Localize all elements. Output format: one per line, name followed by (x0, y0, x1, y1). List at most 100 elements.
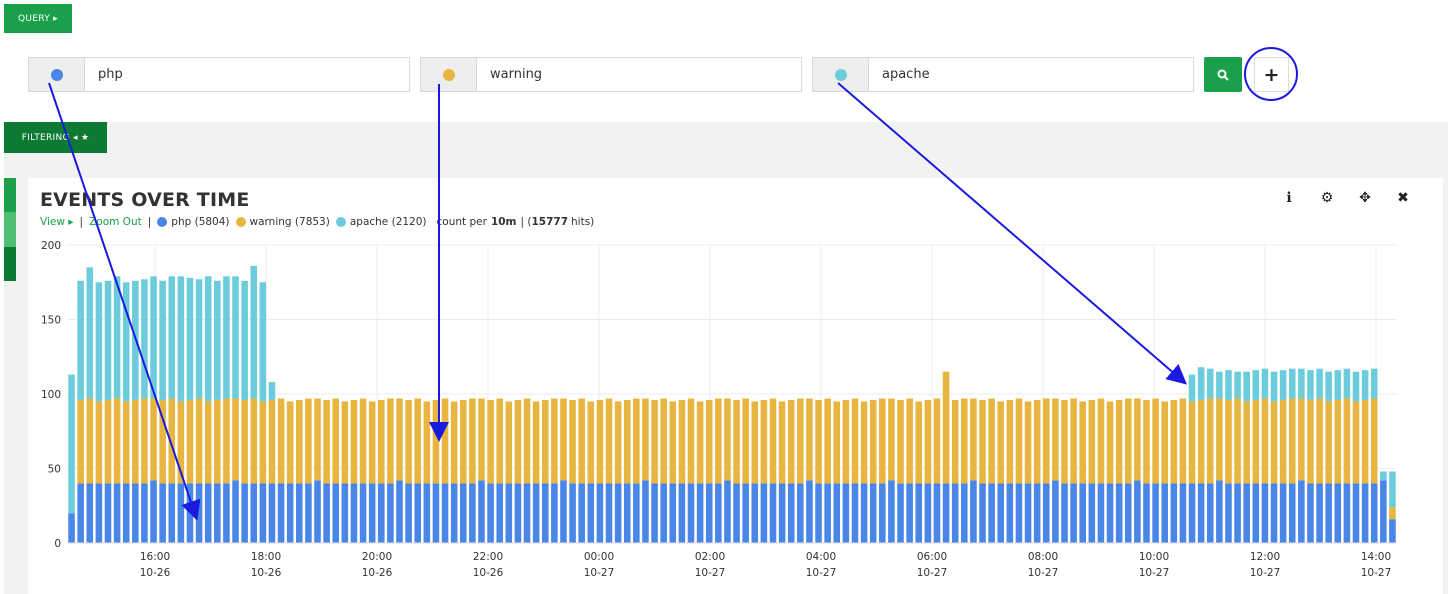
bar-warning (806, 398, 813, 481)
bar-warning (979, 399, 986, 484)
bar-warning (833, 401, 841, 484)
bar-warning (232, 398, 239, 481)
bar-php (523, 483, 531, 543)
bar-warning (651, 399, 658, 484)
bar-apache (1307, 370, 1314, 400)
bar-php (387, 483, 394, 543)
bar-warning (1316, 398, 1323, 484)
bar-php (1325, 483, 1332, 543)
bar-php (314, 480, 321, 543)
bar-php (1361, 483, 1369, 543)
bar-warning (669, 401, 677, 484)
bar-php (396, 480, 403, 543)
bar-warning (715, 398, 722, 484)
bar-warning (1070, 398, 1077, 484)
bar-warning (560, 398, 567, 481)
bar-warning (478, 398, 485, 481)
y-tick-label: 200 (41, 240, 61, 252)
bar-php (359, 483, 367, 543)
bar-php (879, 483, 886, 543)
bar-apache (214, 280, 221, 400)
bar-php (1380, 480, 1387, 543)
bar-warning (961, 398, 968, 484)
bar-warning (1179, 398, 1187, 484)
bar-apache (1298, 368, 1305, 399)
bar-warning (569, 399, 576, 484)
bar-php (715, 483, 722, 543)
bar-php (1243, 483, 1250, 543)
bar-apache (1343, 368, 1351, 399)
bar-php (1197, 483, 1205, 543)
bar-warning (797, 398, 804, 484)
bar-php (441, 483, 449, 543)
bar-php (1234, 483, 1241, 543)
bar-warning (815, 399, 822, 484)
bar-warning (268, 399, 276, 484)
bar-apache (195, 279, 203, 399)
bar-warning (1288, 398, 1296, 484)
x-tick-time: 10:00 (1139, 551, 1169, 563)
bar-php (869, 483, 877, 543)
bar-warning (1079, 401, 1086, 484)
bar-php (323, 483, 330, 543)
bar-apache (1380, 471, 1387, 481)
bar-warning (578, 398, 585, 484)
bar-apache (1389, 471, 1396, 508)
bar-warning (432, 399, 440, 484)
x-tick-date: 10-27 (695, 567, 726, 579)
bar-php (751, 483, 759, 543)
bar-php (979, 483, 986, 543)
bar-warning (341, 401, 349, 484)
x-tick-date: 10-26 (362, 567, 393, 579)
bar-warning (368, 401, 376, 484)
bar-php (104, 483, 112, 543)
bar-warning (851, 398, 859, 484)
bar-warning (897, 399, 904, 484)
bar-warning (1152, 398, 1159, 484)
bar-php (1334, 483, 1342, 543)
bar-warning (296, 399, 303, 484)
bar-php (660, 483, 667, 543)
bar-apache (1279, 370, 1287, 400)
histogram-chart[interactable]: 0 50 100 150 200 16:00 10-26 18:00 10-26 20:00 10-… (0, 0, 1452, 594)
x-tick-time: 02:00 (695, 551, 725, 563)
x-tick-time: 08:00 (1028, 551, 1058, 563)
bar-apache (232, 276, 239, 399)
bar-warning (623, 399, 631, 484)
bar-warning (1352, 401, 1360, 484)
bar-php (906, 483, 913, 543)
bar-warning (587, 401, 595, 484)
bar-warning (933, 398, 941, 484)
bar-warning (1143, 399, 1150, 484)
bar-warning (286, 401, 294, 484)
bar-warning (1115, 399, 1123, 484)
bar-php (1052, 480, 1059, 543)
bar-php (1389, 519, 1396, 543)
x-tick-time: 00:00 (584, 551, 614, 563)
bar-php (897, 483, 904, 543)
y-tick-label: 150 (41, 315, 61, 327)
bar-php (888, 480, 895, 543)
bar-warning (532, 401, 540, 484)
bar-warning (1325, 401, 1332, 484)
bar-php (232, 480, 239, 543)
x-tick-date: 10-27 (1028, 567, 1059, 579)
bar-warning (1052, 398, 1059, 481)
bar-php (951, 483, 959, 543)
bar-php (569, 483, 576, 543)
bar-warning (378, 399, 385, 484)
bar-php (833, 483, 841, 543)
bar-warning (614, 401, 622, 484)
bar-php (578, 483, 585, 543)
bar-php (1216, 480, 1223, 543)
x-tick-time: 16:00 (140, 551, 170, 563)
bar-apache (122, 282, 130, 402)
x-tick-date: 10-26 (473, 567, 504, 579)
bar-php (970, 480, 977, 543)
bar-warning (951, 399, 959, 484)
bar-warning (678, 399, 686, 484)
bar-php (1015, 483, 1023, 543)
bar-warning (824, 398, 831, 484)
bar-php (1170, 483, 1178, 543)
bar-php (769, 483, 777, 543)
